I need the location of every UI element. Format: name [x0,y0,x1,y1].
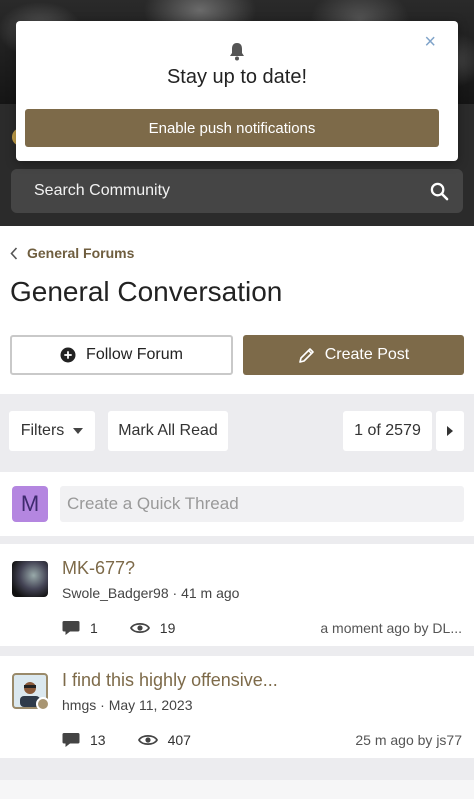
create-post-label: Create Post [324,346,410,363]
thread-time: 41 m ago [181,585,240,601]
mark-all-read-button[interactable]: Mark All Read [108,411,228,451]
reply-count: 13 [62,732,106,748]
forum-header: General Forums General Conversation Foll… [0,226,474,394]
thread-meta: Swole_Badger98 · 41 m ago [62,585,240,601]
search-icon[interactable] [430,182,449,201]
view-count-value: 19 [159,620,176,636]
follow-forum-button[interactable]: Follow Forum [10,335,233,375]
page-title: General Conversation [10,276,283,307]
next-page-button[interactable] [436,411,464,451]
reply-count: 1 [62,620,98,636]
last-activity[interactable]: 25 m ago by js77 [355,732,462,748]
view-count: 407 [137,732,191,748]
last-activity[interactable]: a moment ago by DL... [320,620,462,636]
thread-row[interactable]: I find this highly offensive... hmgs · M… [0,656,474,758]
eye-icon [137,734,158,746]
moderator-badge-icon [36,697,50,711]
search-label: Search Community [34,182,171,199]
filters-dropdown[interactable]: Filters [9,411,95,451]
caret-down-icon [73,428,84,434]
thread-title[interactable]: I find this highly offensive... [62,670,278,691]
close-icon[interactable]: × [424,32,436,52]
reply-count-value: 1 [90,620,98,636]
push-notification-popup: × Stay up to date! Enable push notificat… [16,21,458,161]
thread-stats: 1 19 a moment ago by DL... [62,618,462,638]
enable-push-button[interactable]: Enable push notifications [25,109,439,147]
chevron-left-icon [10,246,18,260]
search-bar[interactable]: Search Community [11,169,463,213]
chevron-right-icon [447,426,453,436]
thread-author[interactable]: Swole_Badger98 [62,585,169,601]
view-count-value: 407 [167,732,191,748]
follow-forum-label: Follow Forum [86,346,183,363]
pagination-select[interactable]: 1 of 2579 [343,411,432,451]
plus-circle-icon [60,347,76,363]
comment-icon [62,733,80,747]
comment-icon [62,621,80,635]
view-count: 19 [129,620,176,636]
pencil-icon [298,347,314,363]
thread-author[interactable]: hmgs [62,697,96,713]
thread-stats: 13 407 25 m ago by js77 [62,730,462,750]
thread-toolbar: Filters Mark All Read 1 of 2579 [0,394,474,472]
quick-thread-bar: M Create a Quick Thread [0,472,474,536]
breadcrumb-parent[interactable]: General Forums [27,245,134,261]
breadcrumb[interactable]: General Forums [10,245,134,261]
popup-title: Stay up to date! [166,66,308,88]
reply-count-value: 13 [90,732,106,748]
thread-row[interactable]: MK-677? Swole_Badger98 · 41 m ago 1 19 a… [0,544,474,646]
thread-meta: hmgs · May 11, 2023 [62,697,193,713]
thread-time: May 11, 2023 [108,697,193,713]
create-post-button[interactable]: Create Post [243,335,464,375]
user-avatar[interactable]: M [12,486,48,522]
quick-thread-input[interactable]: Create a Quick Thread [60,486,464,522]
thread-title[interactable]: MK-677? [62,558,135,579]
avatar[interactable] [12,561,48,597]
bell-icon [227,41,247,66]
next-thread-row [0,780,474,799]
filters-label: Filters [20,422,65,439]
eye-icon [129,622,150,634]
